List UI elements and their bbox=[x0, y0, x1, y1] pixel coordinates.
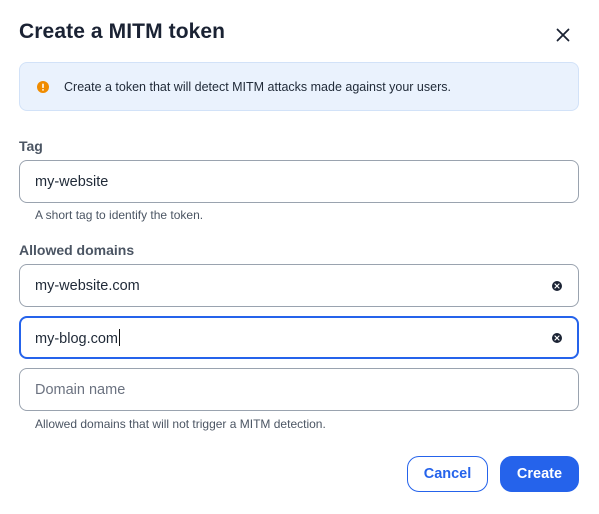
clear-icon[interactable] bbox=[551, 332, 563, 344]
tag-help-text: A short tag to identify the token. bbox=[35, 208, 204, 222]
tag-input-value: my-website bbox=[35, 173, 109, 190]
cancel-button[interactable]: Cancel bbox=[407, 456, 488, 492]
tag-label: Tag bbox=[19, 138, 43, 154]
domain-input[interactable]: my-website.com bbox=[19, 264, 579, 307]
new-domain-input[interactable]: Domain name bbox=[19, 368, 579, 411]
domain-input-value: my-blog.com bbox=[35, 330, 118, 347]
close-button[interactable] bbox=[551, 23, 575, 47]
tag-input[interactable]: my-website bbox=[19, 160, 579, 203]
domain-input-value: my-website.com bbox=[35, 277, 140, 294]
info-banner: Create a token that will detect MITM att… bbox=[19, 62, 579, 111]
domains-help-text: Allowed domains that will not trigger a … bbox=[35, 417, 326, 431]
create-mitm-token-dialog: Create a MITM token Create a token that … bbox=[0, 0, 599, 514]
allowed-domains-label: Allowed domains bbox=[19, 242, 135, 258]
new-domain-placeholder: Domain name bbox=[35, 381, 126, 398]
info-text: Create a token that will detect MITM att… bbox=[64, 79, 451, 94]
dialog-title: Create a MITM token bbox=[19, 20, 226, 43]
close-icon bbox=[556, 28, 570, 42]
create-button[interactable]: Create bbox=[500, 456, 579, 492]
warning-circle-icon bbox=[37, 80, 49, 93]
domain-input[interactable]: my-blog.com bbox=[19, 316, 579, 359]
text-caret bbox=[119, 328, 120, 346]
clear-icon[interactable] bbox=[551, 280, 563, 292]
